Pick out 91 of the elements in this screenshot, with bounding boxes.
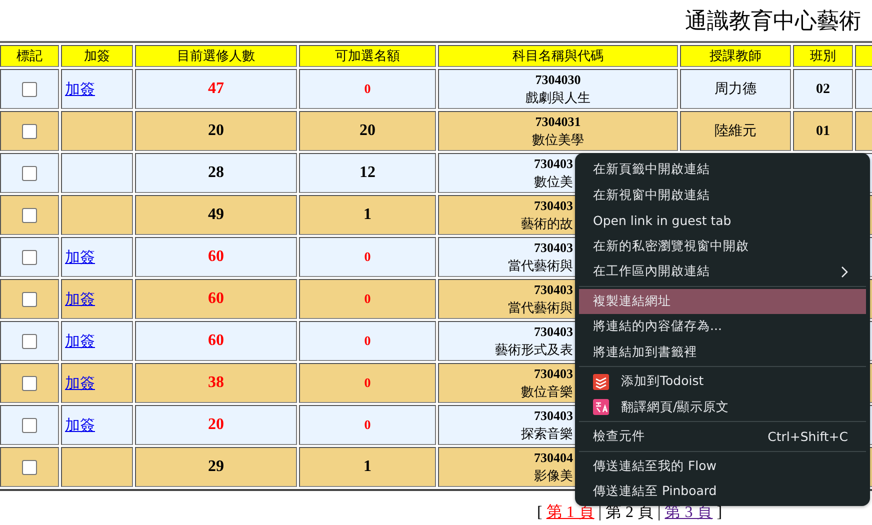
course-name: 探索音樂 bbox=[520, 426, 573, 444]
course-name: 藝術形式及表 bbox=[494, 342, 573, 360]
quota-count: 0 bbox=[364, 333, 371, 348]
checkbox[interactable] bbox=[22, 460, 37, 475]
column-header: 科目名稱與代碼 bbox=[438, 45, 678, 67]
quota-count: 0 bbox=[364, 249, 371, 264]
page-title: 通識教育中心藝術 bbox=[685, 8, 861, 36]
menu-item[interactable]: 在新的私密瀏覽視窗中開啟 bbox=[579, 234, 866, 259]
course-code: 7304031 bbox=[534, 113, 582, 131]
column-header: 授課教師 bbox=[680, 45, 791, 67]
menu-item[interactable]: 檢查元件 Ctrl+Shift+C bbox=[579, 424, 866, 450]
checkbox[interactable] bbox=[22, 418, 37, 433]
quota-count: 12 bbox=[360, 164, 376, 181]
course-name: 戲劇與人生 bbox=[524, 90, 592, 108]
course-name: 影像美 bbox=[533, 468, 573, 486]
add-signature-link[interactable]: 加簽 bbox=[65, 374, 95, 392]
pager-separator: | bbox=[658, 504, 661, 521]
course-code: 730403 bbox=[533, 407, 573, 425]
menu-item[interactable]: 在新視窗中開啟連結 bbox=[579, 182, 866, 208]
enrolled-count: 20 bbox=[208, 416, 224, 433]
pager-separator: [ bbox=[537, 504, 542, 521]
menu-item[interactable]: 將連結加到書籤裡 bbox=[579, 340, 866, 365]
course-code: 730403 bbox=[533, 281, 573, 299]
quota-count: 0 bbox=[364, 81, 371, 96]
add-signature-link[interactable]: 加簽 bbox=[65, 290, 95, 308]
class-number: 02 bbox=[816, 82, 830, 97]
menu-item[interactable]: 傳送連結至 Pinboard bbox=[579, 479, 866, 504]
enrolled-count: 38 bbox=[208, 374, 224, 391]
pager-separator: | bbox=[598, 504, 602, 521]
add-signature-link[interactable]: 加簽 bbox=[65, 80, 95, 98]
course-code: 730403 bbox=[533, 197, 573, 215]
enrolled-count: 49 bbox=[208, 206, 224, 223]
checkbox[interactable] bbox=[22, 124, 37, 139]
quota-count: 1 bbox=[364, 458, 372, 475]
course-code: 7304030 bbox=[534, 71, 582, 89]
enrolled-count: 47 bbox=[208, 80, 224, 97]
course-name: 數位音樂 bbox=[520, 384, 573, 402]
table-cell bbox=[61, 111, 133, 151]
course-name: 數位美 bbox=[533, 174, 573, 192]
course-code: 730403 bbox=[533, 155, 573, 173]
teacher-name: 周力德 bbox=[714, 81, 756, 97]
checkbox[interactable] bbox=[22, 334, 37, 349]
menu-item[interactable]: 在工作區內開啟連結 bbox=[579, 259, 866, 284]
add-signature-link[interactable]: 加簽 bbox=[65, 248, 95, 266]
checkbox[interactable] bbox=[22, 166, 37, 181]
course-name: 當代藝術與 bbox=[507, 300, 573, 318]
menu-item[interactable]: 傳送連結至我的 Flow bbox=[579, 454, 866, 479]
quota-count: 20 bbox=[360, 122, 376, 139]
menu-item[interactable]: 將連結的內容儲存為... bbox=[579, 314, 866, 340]
enrolled-count: 29 bbox=[208, 458, 224, 475]
course-code: 730403 bbox=[533, 365, 573, 383]
checkbox[interactable] bbox=[22, 208, 37, 223]
menu-item[interactable]: 在新頁籤中開啟連結 bbox=[579, 157, 866, 182]
course-code: 730404 bbox=[533, 449, 573, 467]
column-header: 班別 bbox=[793, 45, 853, 67]
add-signature-link[interactable]: 加簽 bbox=[65, 416, 95, 434]
menu-item[interactable]: Open link in guest tab bbox=[579, 208, 866, 234]
teacher-name: 陸維元 bbox=[714, 123, 756, 139]
table-cell bbox=[61, 153, 133, 193]
add-signature-link[interactable]: 加簽 bbox=[65, 332, 95, 350]
course-name: 藝術的故 bbox=[520, 216, 573, 234]
column-header: 標記 bbox=[0, 45, 59, 67]
pager-separator: ] bbox=[716, 504, 722, 521]
course-name: 數位美學 bbox=[531, 132, 585, 150]
column-header: 加簽 bbox=[61, 45, 133, 67]
enrolled-count: 60 bbox=[208, 332, 224, 349]
course-code: 730403 bbox=[533, 323, 573, 341]
quota-count: 1 bbox=[364, 206, 372, 223]
translate-icon bbox=[593, 399, 609, 416]
course-code: 730403 bbox=[533, 239, 573, 257]
checkbox[interactable] bbox=[22, 376, 37, 391]
menu-item[interactable]: 翻譯網頁/顯示原文 bbox=[579, 394, 866, 420]
column-header: 目前選修人數 bbox=[135, 45, 297, 67]
todoist-icon bbox=[593, 374, 609, 390]
menu-item[interactable]: 複製連結網址 bbox=[579, 288, 866, 314]
menu-item[interactable]: 添加到Todoist bbox=[579, 369, 866, 394]
table-cell bbox=[61, 447, 133, 487]
column-header: 可加選名額 bbox=[299, 45, 436, 67]
enrolled-count: 20 bbox=[208, 122, 224, 139]
class-number: 01 bbox=[816, 124, 830, 139]
checkbox[interactable] bbox=[22, 82, 37, 97]
enrolled-count: 60 bbox=[208, 290, 224, 307]
enrolled-count: 28 bbox=[208, 164, 224, 181]
quota-count: 0 bbox=[364, 375, 371, 390]
enrolled-count: 60 bbox=[208, 248, 224, 265]
table-cell bbox=[61, 195, 133, 235]
checkbox[interactable] bbox=[22, 250, 37, 265]
quota-count: 0 bbox=[364, 291, 371, 306]
course-name: 當代藝術與 bbox=[507, 258, 573, 276]
checkbox[interactable] bbox=[22, 292, 37, 307]
quota-count: 0 bbox=[364, 417, 371, 432]
